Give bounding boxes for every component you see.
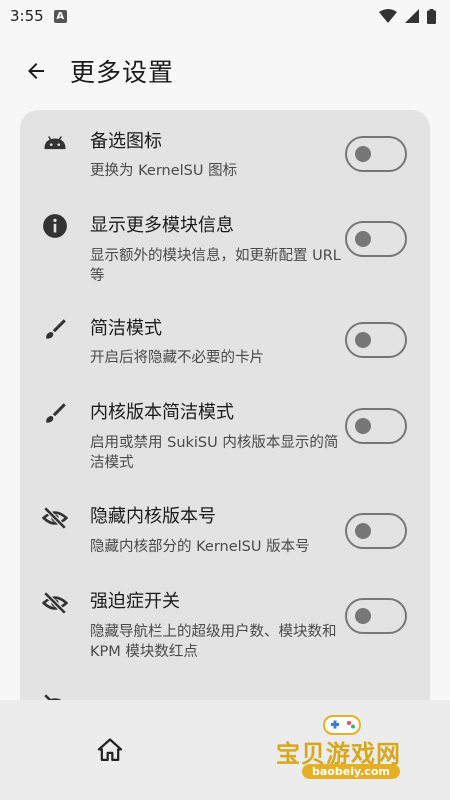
setting-subtitle: 隐藏导航栏上的超级用户数、模块数和 KPM 模块数红点 [90,624,337,660]
page-title: 更多设置 [70,58,175,87]
home-icon [97,738,123,762]
setting-simple-mode[interactable]: 简洁模式 开启后将隐藏不必要的卡片 [20,298,430,378]
settings-card: 备选图标 更换为 KernelSU 图标 显示更多模块信息 显示额外的模块信息，… [20,110,430,710]
switch-knob [355,231,371,247]
notification-icon: A [53,9,67,23]
setting-alternate-icon[interactable]: 备选图标 更换为 KernelSU 图标 [20,110,430,190]
wifi-icon [379,9,397,23]
eye-off-icon [42,505,68,531]
switch-knob [355,418,371,434]
brush-icon [42,316,68,342]
setting-subtitle: 开启后将隐藏不必要的卡片 [90,350,264,366]
switch-knob [355,608,371,624]
status-time: 3:55 [10,7,44,25]
info-icon [42,213,68,239]
android-icon [42,130,68,156]
setting-title: 强迫症开关 [90,591,180,612]
setting-subtitle: 启用或禁用 SukiSU 内核版本显示的简洁模式 [90,435,339,471]
setting-kernel-version-simple[interactable]: 内核版本简洁模式 启用或禁用 SukiSU 内核版本显示的简洁模式 [20,382,430,482]
setting-subtitle: 隐藏内核部分的 KernelSU 版本号 [90,539,310,555]
setting-subtitle: 更换为 KernelSU 图标 [90,163,238,179]
setting-title: 显示更多模块信息 [90,215,234,236]
switch-knob [355,523,371,539]
setting-show-module-info[interactable]: 显示更多模块信息 显示额外的模块信息，如更新配置 URL 等 [20,195,430,295]
switch-knob [355,332,371,348]
alternate-icon-switch[interactable] [345,136,407,172]
setting-ocd-switch[interactable]: 强迫症开关 隐藏导航栏上的超级用户数、模块数和 KPM 模块数红点 [20,570,430,670]
setting-title: 简洁模式 [90,318,162,339]
top-app-bar: 更多设置 [0,32,450,110]
show-module-info-switch[interactable] [345,221,407,257]
signal-icon [405,9,419,23]
watermark-logo: 宝贝游戏网 baobeiy.com [272,712,422,792]
setting-subtitle: 显示额外的模块信息，如更新配置 URL 等 [90,248,341,284]
ocd-switch[interactable] [345,598,407,634]
hide-kernel-version-switch[interactable] [345,513,407,549]
battery-icon [427,8,436,24]
arrow-back-icon [28,63,44,79]
simple-mode-switch[interactable] [345,322,407,358]
setting-title: 隐藏内核版本号 [90,506,216,527]
watermark-url: baobeiy.com [302,764,400,779]
kernel-version-simple-switch[interactable] [345,408,407,444]
switch-knob [355,146,371,162]
back-button[interactable] [22,57,50,85]
setting-title: 内核版本简洁模式 [90,402,234,423]
setting-title: 备选图标 [90,131,162,152]
eye-off-icon [42,590,68,616]
brush-icon [42,400,68,426]
status-bar: 3:55 A [0,0,450,32]
home-nav-button[interactable] [96,736,124,764]
setting-hide-kernel-version[interactable]: 隐藏内核版本号 隐藏内核部分的 KernelSU 版本号 [20,485,430,565]
